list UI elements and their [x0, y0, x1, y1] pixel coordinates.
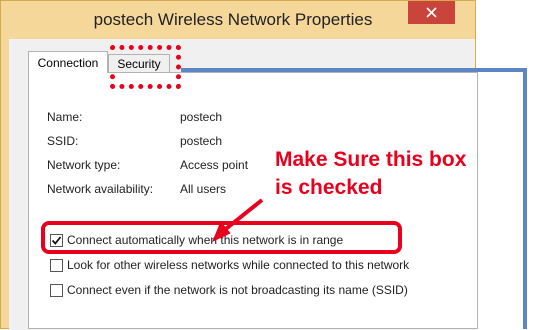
tab-security-label: Security	[117, 56, 161, 71]
annotation-callout: Make Sure this box is checked	[275, 146, 515, 202]
annotation-line-2: is checked	[275, 176, 383, 199]
tab-connection[interactable]: Connection	[28, 51, 108, 73]
tab-connection-label: Connection	[37, 55, 99, 70]
annotation-line-1: Make Sure this box	[275, 148, 467, 171]
tab-security[interactable]: Security	[108, 54, 170, 73]
checkbox-highlight	[41, 221, 402, 254]
